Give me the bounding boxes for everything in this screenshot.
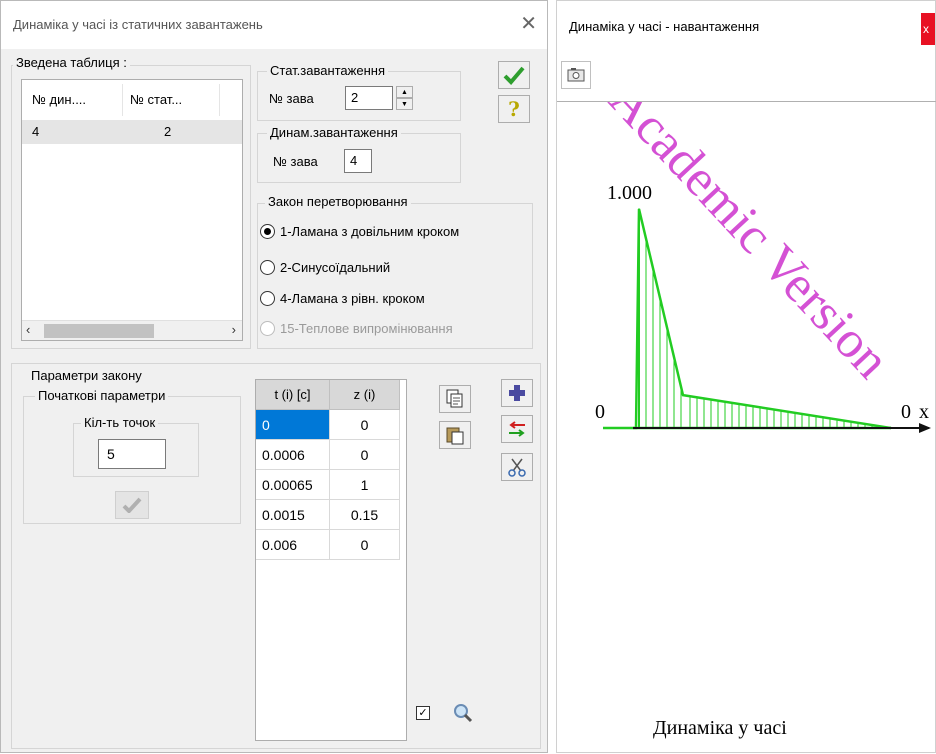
grid-checkbox[interactable]: ✓	[416, 706, 430, 720]
apply-icon	[122, 497, 142, 513]
params-label: Параметри закону	[28, 368, 145, 383]
checkmark-icon	[503, 66, 525, 85]
cut-button[interactable]	[501, 453, 533, 481]
grid-cell-t[interactable]: 0.0015	[256, 500, 330, 530]
scissors-icon	[508, 458, 526, 477]
summary-table[interactable]: № дин.... № стат... 4 2 ‹ ›	[21, 79, 243, 341]
radio-law-4[interactable]	[260, 291, 275, 306]
chart-footer-label: Динаміка у часі	[653, 717, 787, 739]
stat-load-value: 2	[351, 90, 359, 105]
summary-col-dyn[interactable]: № дин....	[26, 88, 122, 112]
horizontal-scrollbar[interactable]: ‹ ›	[22, 320, 242, 340]
question-icon: ?	[508, 97, 520, 121]
stat-load-label: Стат.завантаження	[267, 63, 388, 78]
summary-cell-stat: 2	[164, 124, 172, 139]
help-button[interactable]: ?	[498, 95, 530, 123]
grid-cell-t[interactable]: 0	[256, 410, 330, 440]
apply-points-button[interactable]	[115, 491, 149, 519]
spin-up-icon[interactable]: ▲	[396, 86, 413, 98]
swap-rows-button[interactable]	[501, 415, 533, 443]
summary-col-stat[interactable]: № стат...	[124, 88, 220, 112]
dyn-load-input[interactable]: 4	[344, 149, 372, 173]
swap-icon	[509, 421, 525, 437]
points-input[interactable]: 5	[98, 439, 166, 469]
initial-params-label: Початкові параметри	[35, 388, 169, 403]
dyn-load-label: Динам.завантаження	[267, 125, 401, 140]
grid-cell-t[interactable]: 0.0006	[256, 440, 330, 470]
spin-down-icon[interactable]: ▼	[396, 98, 413, 110]
grid-cell-z[interactable]: 0.15	[330, 500, 400, 530]
paste-icon	[446, 427, 464, 445]
dialog-title: Динаміка у часі із статичних завантажень	[13, 17, 263, 32]
dynamics-dialog: Динаміка у часі із статичних завантажень…	[0, 0, 548, 753]
points-grid[interactable]: t (i) [c] z (i) 0 0 0.0006 0 0.00065 1 0…	[255, 379, 473, 741]
stat-load-input[interactable]: 2	[345, 86, 393, 110]
radio-law-2[interactable]	[260, 260, 275, 275]
stat-load-spinner[interactable]: ▲ ▼	[396, 86, 413, 110]
scrollbar-thumb[interactable]	[44, 324, 154, 338]
table-row[interactable]: 4 2	[22, 120, 242, 144]
stat-load-field-label: № зава	[269, 91, 314, 106]
close-icon[interactable]: ✕	[520, 11, 537, 35]
radio-law-15	[260, 321, 275, 336]
grid-cell-z[interactable]: 0	[330, 410, 400, 440]
summary-header: № дин.... № стат...	[22, 80, 242, 120]
scroll-left-icon[interactable]: ‹	[26, 322, 30, 337]
dyn-load-value: 4	[350, 153, 358, 168]
chart-plot: Academic Version 1.000 0 0 x Динаміка у …	[557, 101, 936, 754]
zoom-icon	[454, 704, 473, 723]
grid-cell-t[interactable]: 0.00065	[256, 470, 330, 500]
paste-button[interactable]	[439, 421, 471, 449]
axis-tail-label: x	[919, 401, 929, 423]
summary-cell-dyn: 4	[32, 124, 40, 139]
camera-icon	[567, 68, 585, 82]
chart-window-title: Динаміка у часі - навантаження	[569, 19, 760, 34]
radio-law-4-label[interactable]: 4-Ламана з рівн. кроком	[280, 291, 425, 306]
grid-cell-z[interactable]: 0	[330, 530, 400, 560]
end-label: 0	[901, 401, 911, 423]
dyn-load-field-label: № зава	[273, 154, 318, 169]
watermark-text: Academic Version	[598, 102, 900, 389]
radio-law-2-label[interactable]: 2-Синусоїдальний	[280, 260, 390, 275]
close-button[interactable]: x	[921, 13, 935, 45]
radio-law-1[interactable]	[260, 224, 275, 239]
accept-button[interactable]	[498, 61, 530, 89]
points-value: 5	[107, 446, 115, 462]
grid-cell-t[interactable]: 0.006	[256, 530, 330, 560]
grid-col-z[interactable]: z (i)	[330, 380, 400, 410]
grid-col-t[interactable]: t (i) [c]	[256, 380, 330, 410]
plus-icon	[509, 385, 525, 401]
grid-cell-z[interactable]: 0	[330, 440, 400, 470]
y-top-label: 1.000	[607, 182, 652, 204]
copy-icon	[446, 389, 463, 408]
scroll-right-icon[interactable]: ›	[232, 322, 236, 337]
data-point	[638, 208, 640, 210]
snapshot-button[interactable]	[561, 61, 591, 89]
dialog-titlebar: Динаміка у часі із статичних завантажень…	[1, 1, 547, 49]
points-label: Кіл-ть точок	[81, 415, 159, 430]
law-label: Закон перетворювання	[265, 194, 411, 209]
summary-label: Зведена таблиця :	[13, 55, 130, 70]
copy-button[interactable]	[439, 385, 471, 413]
chart-window: Динаміка у часі - навантаження x Academi…	[556, 0, 936, 753]
add-row-button[interactable]	[501, 379, 533, 407]
grid-cell-z[interactable]: 1	[330, 470, 400, 500]
radio-law-15-label: 15-Теплове випромінювання	[280, 321, 453, 336]
radio-law-1-label[interactable]: 1-Ламана з довільним кроком	[280, 224, 459, 239]
origin-label: 0	[595, 401, 605, 423]
data-point	[682, 394, 684, 396]
chart-svg: Academic Version 1.000 0 0 x Динаміка у …	[595, 102, 931, 739]
axis-arrow	[919, 423, 931, 433]
